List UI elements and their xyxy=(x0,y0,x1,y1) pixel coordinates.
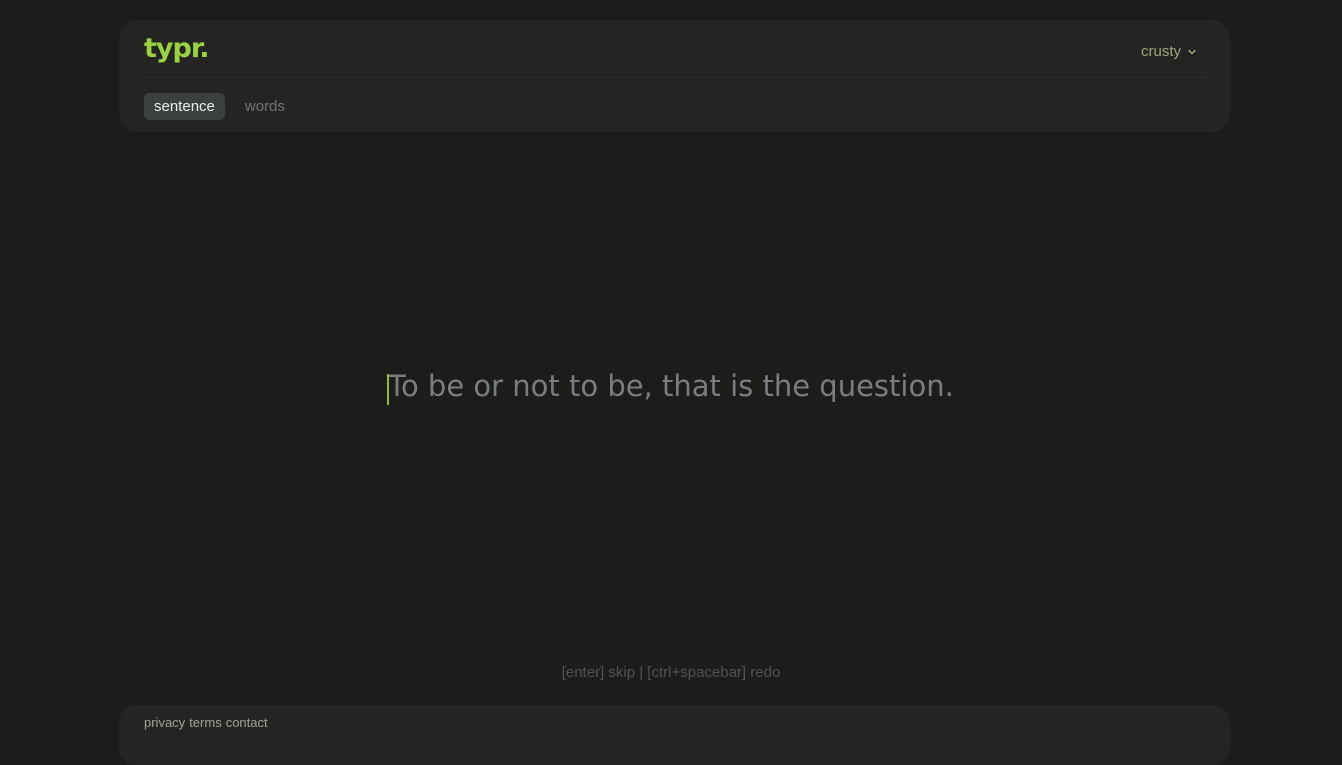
tab-words[interactable]: words xyxy=(235,93,295,120)
chevron-down-icon xyxy=(1188,49,1196,54)
footer-panel: privacy terms contact xyxy=(119,705,1230,765)
tab-sentence[interactable]: sentence xyxy=(144,93,225,120)
keyboard-hints: [enter] skip | [ctrl+spacebar] redo xyxy=(561,664,781,681)
prompt-text: To be or not to be, that is the question… xyxy=(388,369,954,403)
app-logo[interactable]: typr. xyxy=(144,32,210,66)
mode-tabs: sentence words xyxy=(144,93,295,120)
contact-link[interactable]: contact xyxy=(226,715,268,730)
header-panel: typr. crusty sentence words xyxy=(119,20,1230,132)
text-caret xyxy=(387,374,390,405)
footer-links: privacy terms contact xyxy=(144,715,268,730)
terms-link[interactable]: terms xyxy=(189,715,222,730)
user-menu[interactable]: crusty xyxy=(1141,43,1197,60)
typing-area[interactable]: To be or not to be, that is the question… xyxy=(0,366,1342,406)
header-divider xyxy=(144,77,1205,78)
privacy-link[interactable]: privacy xyxy=(144,715,185,730)
user-menu-label: crusty xyxy=(1140,43,1181,60)
